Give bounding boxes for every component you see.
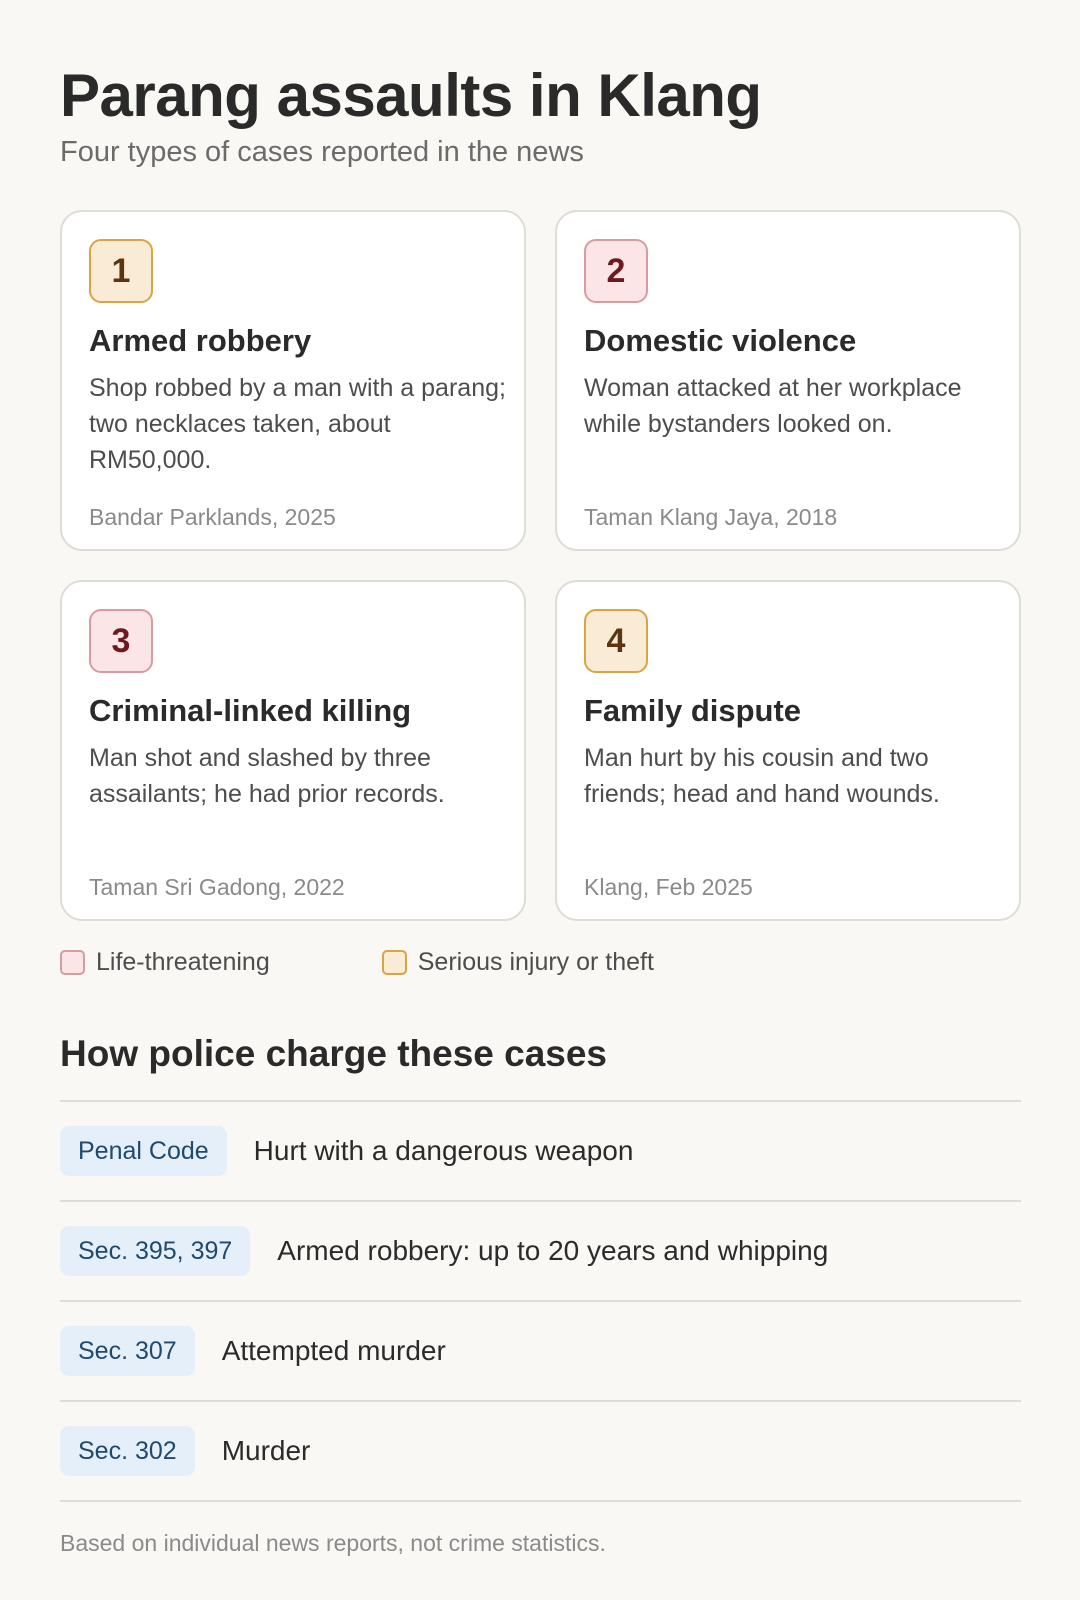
charges-list: Penal Code Hurt with a dangerous weapon … [60,1100,1021,1502]
case-number-badge: 4 [584,609,648,673]
legend-item-life-threatening: Life-threatening [60,948,270,977]
page-title: Parang assaults in Klang [60,62,762,129]
charge-row: Sec. 395, 397 Armed robbery: up to 20 ye… [60,1202,1021,1302]
case-location-date: Bandar Parklands, 2025 [89,504,336,530]
case-title: Armed robbery [89,323,312,358]
case-number-badge: 2 [584,239,648,303]
legend-swatch-amber [381,950,407,975]
charges-section-title: How police charge these cases [60,1033,608,1074]
charge-code-tag: Sec. 302 [60,1426,195,1476]
legend-swatch-red [60,950,85,975]
legend-label: Life-threatening [96,948,270,976]
charge-description: Attempted murder [221,1335,446,1366]
case-card: 2 Domestic violence Woman attacked at he… [555,210,1021,551]
case-location-date: Klang, Feb 2025 [584,874,753,900]
case-title: Criminal-linked killing [89,693,412,728]
case-cards-grid: 1 Armed robbery Shop robbed by a man wit… [60,210,1021,921]
infographic-page: Parang assaults in Klang Four types of c… [0,0,1080,1600]
case-number-badge: 3 [89,609,153,673]
footnote: Based on individual news reports, not cr… [60,1530,606,1556]
case-description: Woman attacked at her workplace while by… [584,374,962,438]
charge-code-tag: Sec. 395, 397 [60,1226,251,1276]
case-title: Domestic violence [584,323,857,358]
case-title: Family dispute [584,693,802,728]
case-number-badge: 1 [89,239,153,303]
page-subtitle: Four types of cases reported in the news [60,136,584,168]
case-location-date: Taman Klang Jaya, 2018 [584,504,838,530]
case-description: Man shot and slashed by three assailants… [89,744,445,808]
legend-item-serious: Serious injury or theft [381,948,654,977]
case-location-date: Taman Sri Gadong, 2022 [89,874,345,900]
legend-label: Serious injury or theft [417,948,654,976]
charge-description: Murder [221,1435,311,1466]
charge-code-tag: Sec. 307 [60,1326,195,1376]
charge-description: Hurt with a dangerous weapon [253,1135,634,1166]
charge-code-tag: Penal Code [60,1126,227,1176]
severity-legend: Life-threatening Serious injury or theft [60,948,654,977]
case-card: 1 Armed robbery Shop robbed by a man wit… [60,210,526,551]
charge-row: Sec. 302 Murder [60,1402,1021,1502]
case-card: 4 Family dispute Man hurt by his cousin … [555,580,1021,921]
charge-description: Armed robbery: up to 20 years and whippi… [277,1235,829,1266]
case-description: Man hurt by his cousin and two friends; … [584,744,940,808]
case-description: Shop robbed by a man with a parang; two … [89,374,506,474]
charge-row: Sec. 307 Attempted murder [60,1302,1021,1402]
charge-row: Penal Code Hurt with a dangerous weapon [60,1102,1021,1202]
case-card: 3 Criminal-linked killing Man shot and s… [60,580,526,921]
